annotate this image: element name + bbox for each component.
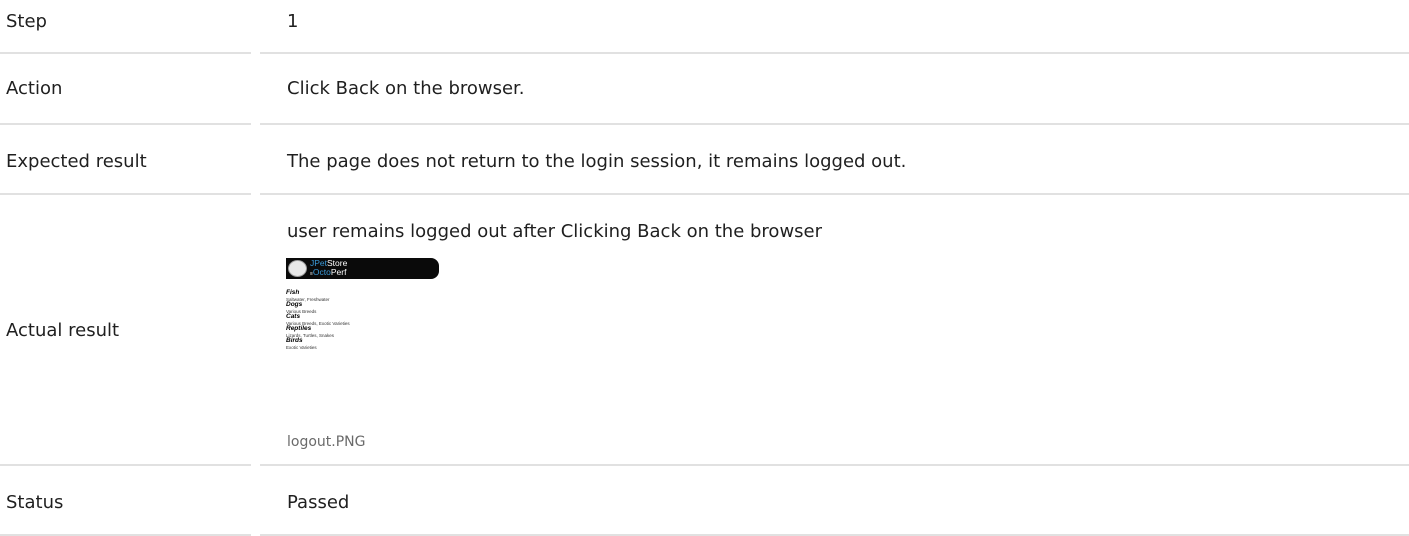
action-label: Action xyxy=(6,78,63,99)
divider xyxy=(0,52,251,54)
divider xyxy=(260,464,1409,466)
attachment-thumbnail[interactable]: JPetStore ≡OctoPerf Fish Saltwater, Fres… xyxy=(286,258,439,350)
thumbnail-logo-text: JPetStore ≡OctoPerf xyxy=(310,258,348,278)
thumbnail-category-list: Fish Saltwater, Freshwater Dogs Various … xyxy=(286,289,439,350)
expected-result-label: Expected result xyxy=(6,151,147,172)
attachment-filename-link[interactable]: logout.PNG xyxy=(287,434,365,450)
jpetstore-logo-icon xyxy=(288,260,307,277)
thumbnail-category: Dogs Various Breeds xyxy=(286,301,317,314)
step-value: 1 xyxy=(287,11,299,32)
divider xyxy=(260,123,1409,125)
step-label: Step xyxy=(6,11,47,32)
thumbnail-category: Reptiles Lizards, Turtles, Snakes xyxy=(286,325,335,338)
action-value: Click Back on the browser. xyxy=(287,78,525,99)
thumbnail-category: Fish Saltwater, Freshwater xyxy=(286,289,330,302)
divider xyxy=(260,193,1409,195)
thumbnail-header-bar: JPetStore ≡OctoPerf xyxy=(286,258,439,279)
thumbnail-category: Birds Exotic Varieties xyxy=(286,337,317,350)
status-label: Status xyxy=(6,492,64,513)
divider xyxy=(260,52,1409,54)
divider xyxy=(0,123,251,125)
actual-result-value: user remains logged out after Clicking B… xyxy=(287,221,823,242)
actual-result-label: Actual result xyxy=(6,320,120,341)
divider xyxy=(0,464,251,466)
status-value: Passed xyxy=(287,492,350,513)
divider xyxy=(0,193,251,195)
expected-result-value: The page does not return to the login se… xyxy=(287,151,907,172)
